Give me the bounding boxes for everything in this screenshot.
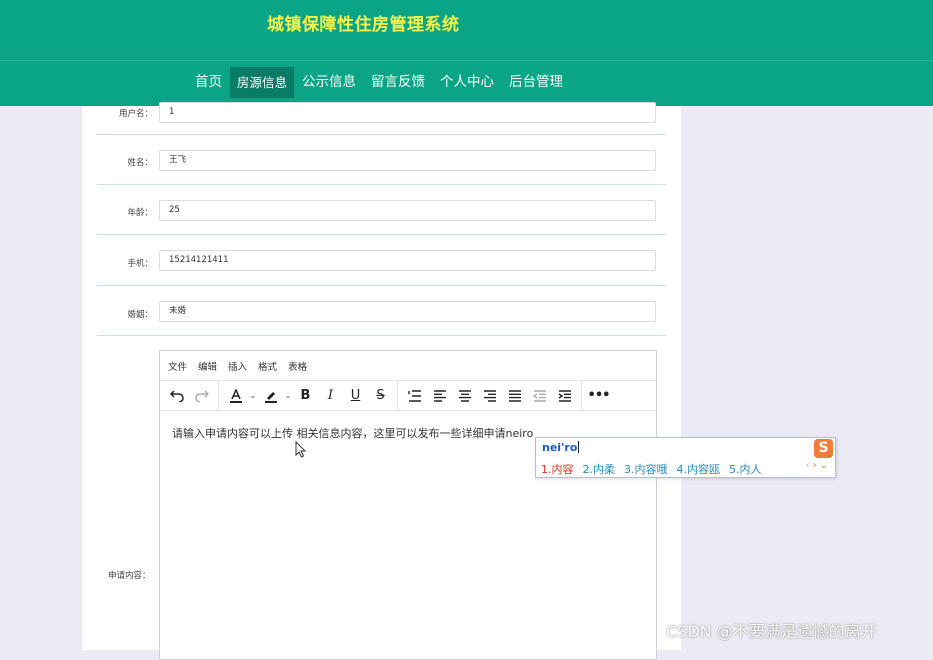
- bold-icon[interactable]: B: [293, 384, 318, 408]
- align-right-icon[interactable]: [477, 384, 502, 408]
- phone-field[interactable]: 15214121411: [159, 250, 656, 271]
- ime-candidate-list: 1.内容 2.内柔 3.内容哦 4.内容瓯 5.内人: [541, 461, 771, 477]
- username-field[interactable]: 1: [159, 102, 656, 123]
- undo-icon[interactable]: [164, 384, 189, 408]
- chevron-right-icon[interactable]: ›: [813, 460, 820, 471]
- highlight-color-icon[interactable]: [258, 384, 283, 408]
- chevron-down-icon[interactable]: ⌄: [248, 384, 258, 408]
- editor-toolbar: ⌄ ⌄ B I U S •••: [160, 381, 656, 411]
- underline-icon[interactable]: U: [343, 384, 368, 408]
- align-center-icon[interactable]: [452, 384, 477, 408]
- marital-label: 婚姻：: [127, 310, 153, 320]
- site-header: 城镇保障性住房管理系统 首页 房源信息 公示信息 留言反馈 个人中心 后台管理: [0, 0, 933, 106]
- mouse-pointer-icon: [295, 441, 307, 458]
- editor-text: 请输入申请内容可以上传 相关信息内容，这里可以发布一些详细申请neiro: [172, 427, 534, 440]
- form-row-phone: 手机： 15214121411: [97, 234, 666, 286]
- chevron-down-icon[interactable]: ⌄: [820, 460, 831, 471]
- nav-item-feedback[interactable]: 留言反馈: [364, 67, 432, 98]
- ime-candidate[interactable]: 3.内容哦: [624, 461, 668, 477]
- indent-icon[interactable]: [552, 384, 577, 408]
- text-color-icon[interactable]: [223, 384, 248, 408]
- editor-menubar: 文件 编辑 插入 格式 表格: [160, 351, 656, 381]
- watermark: CSDN @不要满是遗憾的离开: [666, 622, 877, 641]
- nav-item-announcements[interactable]: 公示信息: [295, 67, 363, 98]
- menu-format[interactable]: 格式: [258, 359, 277, 373]
- align-left-icon[interactable]: [427, 384, 452, 408]
- nav-item-admin[interactable]: 后台管理: [502, 67, 570, 98]
- username-label: 用户名：: [118, 109, 153, 119]
- ime-candidate[interactable]: 5.内人: [729, 461, 762, 477]
- toolbar-separator: [581, 381, 582, 410]
- form-row-age: 年龄： 25: [97, 184, 666, 235]
- outdent-icon[interactable]: [527, 384, 552, 408]
- marital-field[interactable]: 未婚: [159, 301, 656, 322]
- main-nav: 首页 房源信息 公示信息 留言反馈 个人中心 后台管理: [188, 67, 571, 98]
- name-field[interactable]: 王飞: [159, 150, 656, 171]
- name-label: 姓名：: [127, 158, 153, 168]
- redo-icon[interactable]: [189, 384, 214, 408]
- ime-composition-text: nei'ro: [542, 441, 578, 454]
- chevron-down-icon[interactable]: ⌄: [283, 384, 293, 408]
- age-label: 年龄：: [127, 208, 153, 218]
- strikethrough-icon[interactable]: S: [368, 384, 393, 408]
- application-form-panel: 用户名： 1 姓名： 王飞 年龄： 25 手机： 15214121411 婚姻：…: [82, 102, 681, 660]
- form-row-username: 用户名： 1: [97, 96, 666, 135]
- ime-page-arrows[interactable]: ‹›⌄: [806, 460, 831, 471]
- age-field[interactable]: 25: [159, 200, 656, 221]
- ime-candidate[interactable]: 1.内容: [541, 461, 574, 477]
- toolbar-separator: [218, 381, 219, 410]
- nav-item-profile[interactable]: 个人中心: [433, 67, 501, 98]
- menu-table[interactable]: 表格: [288, 359, 307, 373]
- ime-candidate[interactable]: 2.内柔: [583, 461, 616, 477]
- header-top-bar: [0, 0, 933, 61]
- nav-item-housing-info[interactable]: 房源信息: [230, 67, 295, 98]
- sogou-logo-icon: S: [814, 439, 833, 458]
- site-title: 城镇保障性住房管理系统: [267, 15, 460, 35]
- content-label: 申请内容：: [108, 571, 151, 581]
- menu-edit[interactable]: 编辑: [198, 359, 217, 373]
- chevron-left-icon[interactable]: ‹: [806, 460, 813, 471]
- italic-icon[interactable]: I: [318, 384, 343, 408]
- nav-item-home[interactable]: 首页: [188, 67, 229, 98]
- form-row-name: 姓名： 王飞: [97, 134, 666, 185]
- more-options-icon[interactable]: •••: [586, 384, 611, 408]
- line-height-icon[interactable]: [402, 384, 427, 408]
- ime-candidate[interactable]: 4.内容瓯: [677, 461, 721, 477]
- menu-insert[interactable]: 插入: [228, 359, 247, 373]
- toolbar-separator: [397, 381, 398, 410]
- phone-label: 手机：: [127, 259, 153, 269]
- form-row-marital: 婚姻： 未婚: [97, 285, 666, 336]
- rich-text-editor: 文件 编辑 插入 格式 表格 ⌄ ⌄ B I U S ••• 请输入申请内容可以…: [159, 350, 657, 660]
- ime-candidate-window: nei'ro S 1.内容 2.内柔 3.内容哦 4.内容瓯 5.内人 ‹›⌄: [535, 437, 836, 478]
- align-justify-icon[interactable]: [502, 384, 527, 408]
- menu-file[interactable]: 文件: [168, 359, 187, 373]
